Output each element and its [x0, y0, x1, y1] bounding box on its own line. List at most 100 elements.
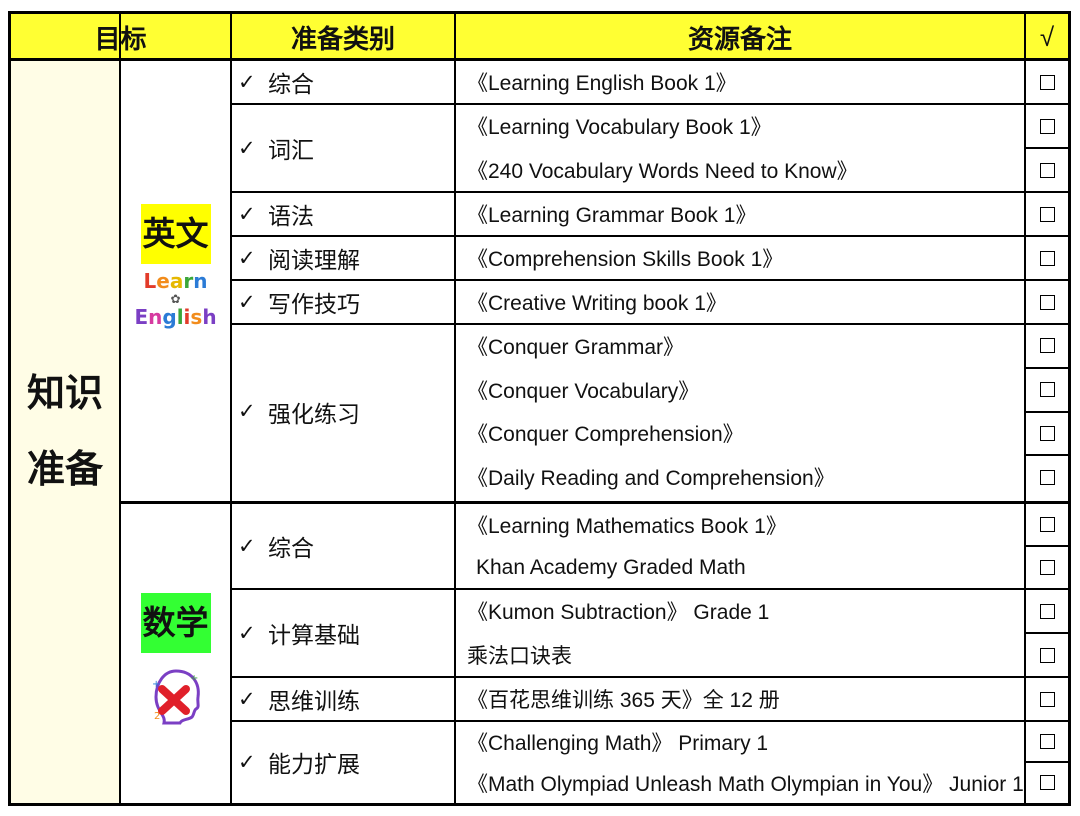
category-cell: ✓ 综合 — [232, 503, 454, 589]
checkbox-square-icon[interactable] — [1039, 382, 1055, 398]
logo-word-learn: Learn — [143, 268, 208, 293]
category-name: 强化练习 — [268, 400, 360, 427]
checkbox[interactable] — [1026, 60, 1068, 104]
checkbox-square-icon[interactable] — [1039, 118, 1055, 134]
category-name: 能力扩展 — [268, 751, 360, 777]
check-mark-icon: ✓ — [238, 290, 256, 314]
target-cell: 知识 准备 — [11, 60, 119, 803]
checkbox[interactable] — [1026, 455, 1068, 499]
header-check: √ — [1026, 14, 1068, 60]
svg-text:2: 2 — [154, 711, 160, 722]
checkbox-square-icon[interactable] — [1039, 469, 1055, 485]
resource-item: 《Learning Grammar Book 1》 — [467, 204, 757, 227]
english-label: 英文 — [140, 203, 211, 264]
category-name: 词汇 — [268, 137, 314, 163]
checkbox[interactable] — [1026, 762, 1068, 803]
svg-text:+: + — [152, 679, 160, 690]
category-cell: ✓ 写作技巧 — [232, 280, 454, 324]
resource-item: 《Kumon Subtraction》 Grade 1 — [467, 601, 770, 624]
check-mark-icon: ✓ — [238, 202, 256, 226]
resource-item: 《Creative Writing book 1》 — [467, 292, 727, 315]
checkbox-square-icon[interactable] — [1039, 425, 1055, 441]
divider — [1026, 454, 1068, 457]
checkbox-square-icon[interactable] — [1039, 294, 1055, 310]
category-name: 阅读理解 — [268, 247, 360, 273]
learn-english-logo: Learn ✿ English — [134, 270, 216, 328]
category-cell: ✓ 阅读理解 — [232, 236, 454, 280]
category-cell: ✓ 强化练习 — [232, 324, 454, 499]
resource-item: 《Learning Vocabulary Book 1》 — [467, 116, 772, 139]
checkbox-square-icon[interactable] — [1039, 74, 1055, 90]
check-mark-icon: ✓ — [238, 70, 256, 94]
category-name: 综合 — [268, 535, 314, 561]
math-label: 数学 — [140, 592, 211, 653]
checkbox[interactable] — [1026, 324, 1068, 368]
checkbox-square-icon[interactable] — [1039, 338, 1055, 354]
checkbox[interactable] — [1026, 546, 1068, 589]
checkbox[interactable] — [1026, 148, 1068, 192]
resource-item: 《Comprehension Skills Book 1》 — [467, 248, 784, 271]
checkbox-square-icon[interactable] — [1039, 734, 1055, 749]
resource-item: 《Learning English Book 1》 — [467, 72, 737, 95]
resource-item: 乘法口诀表 — [467, 645, 572, 668]
subject-english: 英文 Learn ✿ English — [121, 60, 230, 501]
logo-figure-icon: ✿ — [170, 291, 181, 306]
resource-item: 《Conquer Comprehension》 — [467, 423, 744, 447]
category-cell: ✓ 词汇 — [232, 104, 454, 192]
checkbox[interactable] — [1026, 280, 1068, 324]
divider — [1026, 761, 1068, 763]
checkbox-square-icon[interactable] — [1039, 603, 1055, 619]
divider — [1026, 545, 1068, 547]
category-cell: ✓ 计算基础 — [232, 589, 454, 677]
checkbox[interactable] — [1026, 368, 1068, 412]
category-name: 思维训练 — [268, 688, 360, 714]
category-cell: ✓ 能力扩展 — [232, 721, 454, 803]
header-category: 准备类别 — [232, 14, 454, 60]
category-cell: ✓ 综合 — [232, 60, 454, 104]
category-name: 综合 — [268, 71, 314, 97]
resource-item: 《240 Vocabulary Words Need to Know》 — [467, 160, 858, 183]
checkbox[interactable] — [1026, 503, 1068, 546]
checkbox-square-icon[interactable] — [1039, 206, 1055, 222]
category-cell: ✓ 语法 — [232, 192, 454, 236]
svg-text:÷: ÷ — [190, 673, 198, 684]
checkbox-square-icon[interactable] — [1039, 560, 1055, 575]
checkbox-square-icon[interactable] — [1039, 250, 1055, 266]
check-mark-icon: ✓ — [238, 750, 256, 774]
target-line2: 准备 — [26, 448, 103, 491]
checkbox[interactable] — [1026, 236, 1068, 280]
checkbox[interactable] — [1026, 104, 1068, 148]
check-mark-icon: ✓ — [238, 246, 256, 270]
checkbox[interactable] — [1026, 633, 1068, 677]
resource-item: 《Learning Mathematics Book 1》 — [467, 514, 787, 538]
resource-item: 《Conquer Grammar》 — [467, 335, 685, 359]
checkbox-square-icon[interactable] — [1039, 162, 1055, 178]
check-mark-icon: ✓ — [238, 621, 256, 645]
check-mark-icon: ✓ — [238, 687, 256, 711]
checkbox[interactable] — [1026, 192, 1068, 236]
checkbox-square-icon[interactable] — [1039, 517, 1055, 532]
checkbox-square-icon[interactable] — [1039, 775, 1055, 790]
category-cell: ✓ 思维训练 — [232, 677, 454, 721]
category-name: 语法 — [268, 203, 314, 229]
divider — [1026, 366, 1068, 369]
checkbox-square-icon[interactable] — [1039, 647, 1055, 663]
checkbox[interactable] — [1026, 677, 1068, 721]
resource-item: 《Math Olympiad Unleash Math Olympian in … — [467, 772, 1024, 796]
checkbox[interactable] — [1026, 412, 1068, 456]
logo-word-english: English — [134, 304, 217, 329]
resource-item: 《Conquer Vocabulary》 — [467, 379, 700, 403]
target-line1: 知识 — [26, 372, 103, 415]
resource-item: 《Challenging Math》 Primary 1 — [467, 731, 769, 755]
check-mark-icon: ✓ — [238, 534, 256, 558]
math-head-icon: + ÷ 2 — [146, 667, 206, 734]
checkbox[interactable] — [1026, 721, 1068, 762]
check-mark-icon: ✓ — [238, 400, 256, 423]
resource-table: 目标 准备类别 资源备注 √ 知识 准备 英文 Learn ✿ English … — [8, 11, 1071, 806]
divider — [1026, 147, 1068, 149]
subject-math: 数学 + ÷ 2 — [121, 503, 230, 803]
resource-item: 《百花思维训练 365 天》全 12 册 — [467, 689, 780, 712]
checkbox-square-icon[interactable] — [1039, 691, 1055, 707]
checkbox[interactable] — [1026, 589, 1068, 633]
resource-item: 《Daily Reading and Comprehension》 — [467, 467, 835, 491]
